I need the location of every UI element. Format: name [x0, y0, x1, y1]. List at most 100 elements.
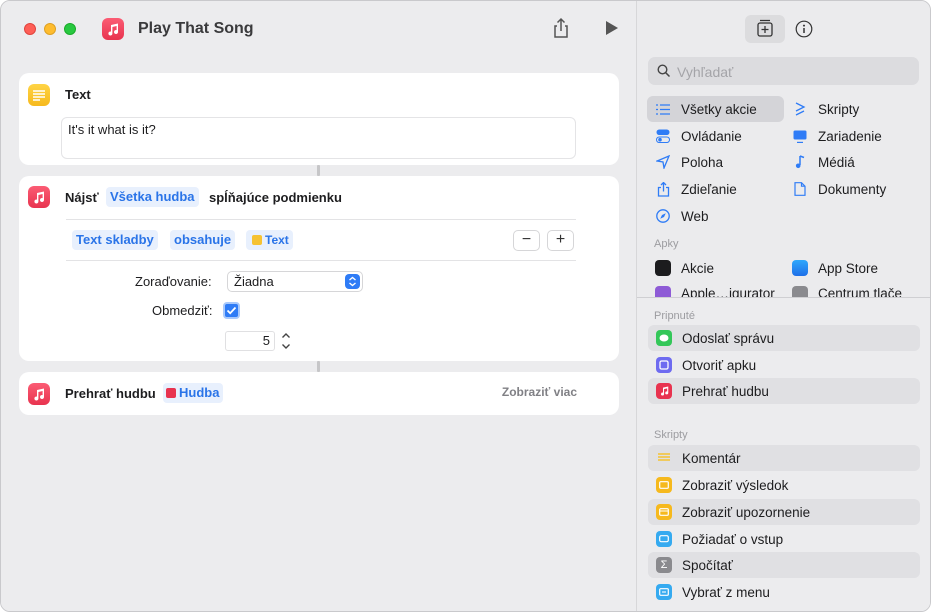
script-ask-input[interactable]: Požiadať o vstup [648, 526, 920, 552]
action-label: Požiadať o vstup [682, 531, 784, 547]
pinned-open-app[interactable]: Otvoriť apku [648, 352, 920, 378]
music-variable-token[interactable]: Hudba [163, 383, 224, 403]
close-window-button[interactable] [24, 23, 36, 35]
shortcuts-window: Play That Song Text It's it what is it? … [0, 0, 931, 612]
limit-checkbox[interactable] [223, 302, 240, 319]
action-label: Spočítať [682, 557, 733, 573]
run-shortcut-icon[interactable] [604, 20, 620, 36]
category-location[interactable]: Poloha [655, 149, 723, 175]
all-music-token[interactable]: Všetka hudba [106, 187, 199, 207]
remove-filter-button[interactable]: − [513, 230, 540, 251]
category-scripts[interactable]: Skripty [792, 96, 859, 122]
configurator-icon [655, 286, 671, 297]
find-music-action-card[interactable]: Nájsť Všetka hudba spĺňajúce podmienku T… [19, 176, 619, 361]
search-placeholder: Vyhľadať [677, 64, 734, 80]
pinned-send-message[interactable]: Odoslať správu [648, 325, 920, 351]
app-stocks[interactable]: Akcie [655, 255, 714, 281]
action-label: Prehrať hudbu [682, 383, 769, 399]
app-app-store[interactable]: App Store [792, 255, 878, 281]
document-icon [792, 182, 808, 196]
search-input[interactable]: Vyhľadať [648, 57, 919, 85]
script-show-alert[interactable]: Zobraziť upozornenie [648, 499, 920, 525]
category-media[interactable]: Médiá [792, 149, 855, 175]
script-show-result[interactable]: Zobraziť výsledok [648, 472, 920, 498]
text-content-field[interactable]: It's it what is it? [61, 117, 576, 159]
limit-count-field[interactable]: 5 [225, 331, 275, 351]
sort-popup[interactable]: Žiadna [227, 271, 363, 292]
add-filter-button[interactable]: + [547, 230, 574, 251]
shortcut-title[interactable]: Play That Song [138, 20, 254, 38]
category-sharing[interactable]: Zdieľanie [655, 176, 737, 202]
play-music-title: Prehrať hudbu [65, 386, 156, 401]
music-icon[interactable] [102, 18, 124, 40]
show-more-button[interactable]: Zobraziť viac [502, 385, 577, 399]
divider [66, 260, 576, 261]
text-action-card[interactable]: Text It's it what is it? [19, 73, 619, 165]
open-app-icon [656, 357, 672, 373]
category-label: Web [681, 208, 709, 224]
comment-icon [656, 450, 672, 466]
filter-field-token[interactable]: Text skladby [72, 230, 158, 250]
category-label: Médiá [818, 154, 855, 170]
filter-value-label: Text [265, 233, 289, 247]
printer-icon [792, 286, 808, 297]
alert-icon [656, 504, 672, 520]
info-icon[interactable] [795, 20, 813, 38]
filter-value-token[interactable]: Text [246, 230, 293, 250]
limit-label: Obmedziť: [152, 303, 213, 318]
category-label: Zdieľanie [681, 181, 737, 197]
messages-icon [656, 330, 672, 346]
play-music-action-card[interactable]: Prehrať hudbu Hudba Zobraziť viac [19, 372, 619, 415]
app-print-center[interactable]: Centrum tlače [792, 283, 902, 297]
find-suffix: spĺňajúce podmienku [209, 190, 342, 205]
music-icon [28, 383, 50, 405]
category-web[interactable]: Web [655, 203, 709, 229]
script-choose-menu[interactable]: Vybrať z menu [648, 579, 920, 605]
script-comment[interactable]: Komentár [648, 445, 920, 471]
category-documents[interactable]: Dokumenty [792, 176, 886, 202]
action-connector [317, 361, 320, 372]
zoom-window-button[interactable] [64, 23, 76, 35]
suggestions-panel: Pripnuté Odoslať správu Otvoriť apku Pre… [637, 298, 930, 611]
pinned-section-header: Pripnuté [654, 310, 695, 322]
app-store-icon [792, 260, 808, 276]
add-action-icon [757, 19, 773, 37]
music-icon [166, 388, 176, 398]
music-icon [28, 186, 50, 208]
action-connector [317, 165, 320, 176]
category-device[interactable]: Zariadenie [792, 123, 882, 149]
action-label: Vybrať z menu [682, 584, 770, 600]
music-note-icon [792, 155, 808, 169]
filter-operator-token[interactable]: obsahuje [170, 230, 236, 250]
compass-icon [655, 209, 671, 223]
find-verb: Nájsť [65, 190, 99, 205]
app-configurator[interactable]: Apple…igurator [655, 283, 775, 297]
monitor-icon [792, 130, 808, 143]
limit-stepper[interactable] [279, 330, 293, 352]
music-token-label: Hudba [179, 385, 220, 400]
divider [66, 219, 576, 220]
shortcut-editor: Play That Song Text It's it what is it? … [1, 1, 636, 611]
category-control[interactable]: Ovládanie [655, 123, 742, 149]
action-label: Zobraziť výsledok [682, 477, 789, 493]
music-icon [656, 383, 672, 399]
category-all-actions[interactable]: Všetky akcie [647, 96, 784, 122]
minimize-window-button[interactable] [44, 23, 56, 35]
pinned-play-music[interactable]: Prehrať hudbu [648, 378, 920, 404]
share-icon [655, 181, 671, 197]
category-label: Ovládanie [681, 128, 742, 144]
chevron-updown-icon [345, 274, 360, 289]
action-library: Vyhľadať Všetky akcie Skripty Ovládanie … [636, 1, 930, 611]
script-calculate[interactable]: Σ Spočítať [648, 552, 920, 578]
library-tab-button[interactable] [745, 15, 785, 43]
scroll-icon [792, 102, 808, 116]
action-label: Odoslať správu [682, 330, 775, 346]
share-icon[interactable] [550, 17, 572, 39]
sort-label: Zoraďovanie: [135, 274, 212, 289]
apps-section-header: Apky [654, 238, 679, 250]
menu-icon [656, 584, 672, 600]
scripts-section-header: Skripty [654, 429, 688, 441]
category-label: Všetky akcie [681, 101, 757, 117]
show-result-icon [656, 477, 672, 493]
sum-icon: Σ [656, 557, 672, 573]
